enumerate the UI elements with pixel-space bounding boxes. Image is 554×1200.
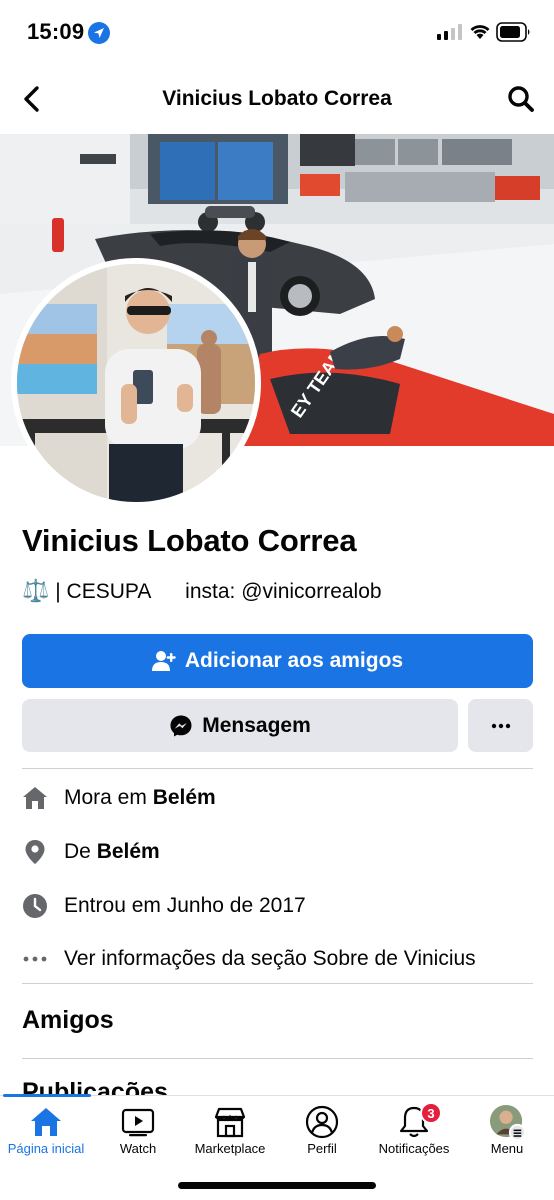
ellipsis-icon — [22, 946, 48, 972]
detail-see-about-text: Ver informações da seção Sobre de Vinici… — [64, 947, 476, 970]
profile-icon — [304, 1104, 340, 1140]
location-pin-icon — [22, 839, 48, 865]
profile-header: Vinicius Lobato Correa — [0, 66, 554, 134]
add-friend-label: Adicionar aos amigos — [184, 649, 404, 672]
battery-icon — [496, 22, 530, 42]
divider — [22, 983, 533, 984]
profile-bio: ⚖️ | CESUPA insta: @vinicorrealob — [22, 578, 382, 604]
status-bar: 15:09 — [0, 0, 554, 66]
detail-lives-in-city: Belém — [152, 786, 216, 809]
more-options-button[interactable] — [468, 699, 533, 752]
tab-home-label: Página inicial — [7, 1141, 85, 1156]
bell-icon: 3 — [396, 1102, 442, 1140]
location-arrow-icon — [88, 22, 110, 44]
profile-name: Vinicius Lobato Correa — [22, 523, 357, 558]
detail-from-prefix: De — [64, 840, 97, 863]
tab-profile-label: Perfil — [307, 1141, 337, 1156]
clock-icon — [22, 893, 48, 919]
cellular-signal-icon — [437, 24, 462, 40]
messenger-icon — [170, 715, 192, 736]
search-icon[interactable] — [506, 84, 536, 114]
detail-joined: Entrou em Junho de 2017 — [22, 889, 306, 923]
divider — [22, 1058, 533, 1059]
tab-watch[interactable]: Watch — [92, 1096, 184, 1158]
profile-avatar[interactable] — [11, 258, 261, 508]
add-friend-icon — [151, 651, 176, 671]
tab-notifications[interactable]: 3 Notificações — [368, 1096, 460, 1158]
marketplace-icon — [212, 1104, 248, 1140]
profile-photo — [17, 264, 255, 502]
message-button[interactable]: Mensagem — [22, 699, 458, 752]
tab-menu-label: Menu — [490, 1141, 524, 1156]
friends-section-title[interactable]: Amigos — [22, 1006, 114, 1035]
more-dots-icon — [491, 723, 510, 728]
divider — [22, 768, 533, 769]
bio-text: | CESUPA insta: @vinicorrealob — [49, 580, 382, 603]
notification-badge: 3 — [420, 1102, 442, 1124]
watch-icon — [120, 1104, 156, 1140]
add-friend-button[interactable]: Adicionar aos amigos — [22, 634, 533, 688]
tab-notifications-label: Notificações — [378, 1141, 450, 1156]
message-label: Mensagem — [202, 713, 311, 737]
home-indicator[interactable] — [178, 1182, 376, 1189]
detail-from-city: Belém — [96, 840, 160, 863]
detail-see-about[interactable]: Ver informações da seção Sobre de Vinici… — [22, 942, 476, 976]
tab-marketplace-label: Marketplace — [194, 1141, 266, 1156]
scales-emoji: ⚖️ — [22, 578, 50, 603]
tab-home[interactable]: Página inicial — [0, 1096, 92, 1158]
profile-photo-mirror-selfie — [17, 264, 255, 502]
tab-marketplace[interactable]: Marketplace — [184, 1096, 276, 1158]
detail-joined-text: Entrou em Junho de 2017 — [64, 894, 306, 917]
tab-watch-label: Watch — [119, 1141, 157, 1156]
home-icon — [22, 785, 48, 811]
status-time: 15:09 — [27, 19, 85, 44]
detail-lives-in: Mora em Belém — [22, 781, 216, 815]
wifi-icon — [470, 25, 490, 39]
home-icon — [28, 1104, 64, 1140]
menu-avatar-icon — [489, 1104, 525, 1141]
tab-profile[interactable]: Perfil — [276, 1096, 368, 1158]
header-title: Vinicius Lobato Correa — [162, 87, 392, 110]
detail-lives-in-prefix: Mora em — [64, 786, 153, 809]
detail-from: De Belém — [22, 835, 160, 869]
tab-menu[interactable]: Menu — [460, 1096, 554, 1158]
